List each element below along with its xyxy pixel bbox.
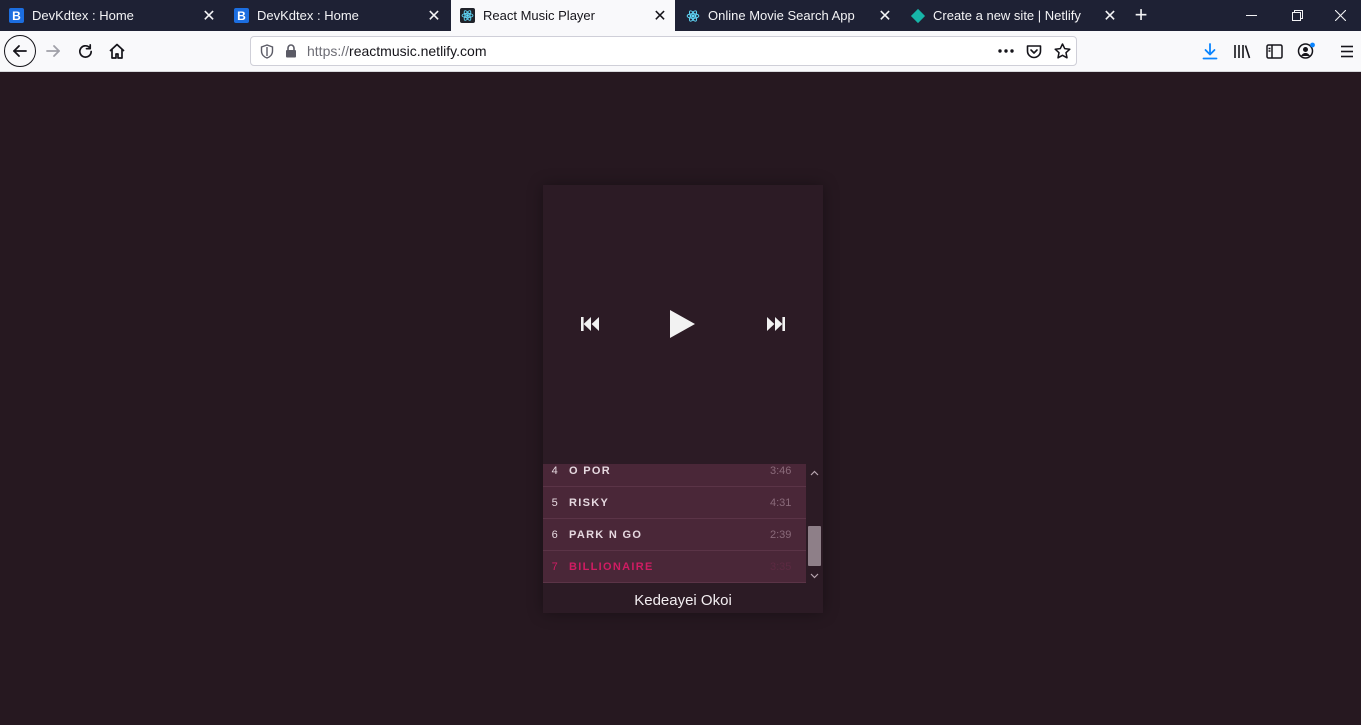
chevron-up-icon [810,470,819,475]
track-duration: 3:35 [770,560,792,573]
close-icon[interactable]: ✕ [198,5,220,27]
scroll-down-button[interactable] [806,567,823,584]
close-window-button[interactable] [1320,0,1361,31]
url-protocol: https:// [307,43,350,59]
tab-strip: B DevKdtex : Home ✕ B DevKdtex : Home ✕ … [0,0,1361,31]
forward-button[interactable] [37,35,69,67]
pocket-icon [1026,44,1042,58]
library-button[interactable] [1226,35,1258,67]
tab-title: DevKdtex : Home [257,8,359,23]
track-number: 4 [551,464,559,477]
track-number: 5 [551,496,559,509]
library-icon [1234,45,1251,59]
reload-button[interactable] [69,35,101,67]
playlist[interactable]: 4 O POR 3:46 5 RISKY 4:31 6 PARK N GO 2:… [543,464,823,584]
back-button[interactable] [4,35,36,67]
more-horizontal-icon [998,49,1014,53]
arrow-right-icon [46,45,60,57]
download-icon [1202,42,1218,59]
track-duration: 4:31 [770,496,792,509]
track-row[interactable]: 4 O POR 3:46 [543,464,806,487]
netlify-icon [910,8,925,23]
music-player: 4 O POR 3:46 5 RISKY 4:31 6 PARK N GO 2:… [543,185,823,613]
track-number: 7 [551,560,559,573]
tracking-protection-icon[interactable] [255,39,279,63]
b-icon: B [9,8,24,23]
star-icon [1053,43,1071,59]
arrow-left-icon [13,45,27,57]
page-actions-button[interactable] [992,39,1020,63]
navigation-toolbar: https://reactmusic.netlify.com [0,31,1361,72]
track-row[interactable]: 5 RISKY 4:31 [543,487,806,519]
track-title: O POR [569,464,611,477]
tab-title: React Music Player [483,8,595,23]
downloads-button[interactable] [1194,35,1226,67]
new-tab-button[interactable]: + [1128,2,1154,28]
tab-title: DevKdtex : Home [32,8,134,23]
skip-next-icon [767,317,785,331]
url-bar[interactable]: https://reactmusic.netlify.com [250,36,1077,66]
playlist-scrollbar[interactable] [806,464,823,584]
restore-icon [1291,10,1303,21]
previous-track-button[interactable] [578,312,602,336]
minimize-icon [1245,15,1257,16]
track-duration: 2:39 [770,528,792,541]
skip-previous-icon [581,317,599,331]
account-button[interactable] [1290,35,1322,67]
account-icon [1297,42,1315,59]
tab-devkdtex-home-2[interactable]: B DevKdtex : Home ✕ [225,0,449,31]
close-icon[interactable]: ✕ [423,5,445,27]
tab-title: Online Movie Search App [708,8,855,23]
current-track-row[interactable]: 7 BILLIONAIRE 3:35 [543,551,806,583]
track-row[interactable]: 6 PARK N GO 2:39 [543,519,806,551]
lock-icon[interactable] [279,39,303,63]
url-host: reactmusic.netlify.com [349,43,487,59]
react-icon [460,8,475,23]
home-button[interactable] [101,35,133,67]
track-title: BILLIONAIRE [569,560,654,573]
bookmark-star-button[interactable] [1048,39,1076,63]
sidebar-button[interactable] [1258,35,1290,67]
sidebar-icon [1265,43,1283,59]
tab-online-movie-search[interactable]: Online Movie Search App ✕ [676,0,900,31]
player-controls [543,185,823,464]
pocket-button[interactable] [1020,39,1048,63]
close-icon [1335,10,1346,21]
track-title: RISKY [569,496,610,509]
track-title: PARK N GO [569,528,643,541]
tab-title: Create a new site | Netlify [933,8,1081,23]
tab-netlify[interactable]: Create a new site | Netlify ✕ [901,0,1125,31]
close-icon[interactable]: ✕ [874,5,896,27]
scroll-up-button[interactable] [806,464,823,481]
play-button[interactable] [665,306,699,342]
scrollbar-thumb[interactable] [808,526,821,566]
close-icon[interactable]: ✕ [649,5,671,27]
restore-button[interactable] [1274,0,1320,31]
chevron-down-icon [810,573,819,578]
tab-react-music-player[interactable]: React Music Player ✕ [451,0,675,31]
minimize-button[interactable] [1228,0,1274,31]
url-text[interactable]: https://reactmusic.netlify.com [307,43,992,59]
hamburger-icon [1341,45,1353,57]
artist-name: Kedeayei Okoi [634,592,732,609]
track-number: 6 [551,528,559,541]
tab-devkdtex-home-1[interactable]: B DevKdtex : Home ✕ [0,0,224,31]
reload-icon [78,43,92,58]
react-icon [685,8,700,23]
next-track-button[interactable] [764,312,788,336]
track-duration: 3:46 [770,464,792,477]
play-icon [670,310,695,338]
home-icon [109,43,125,59]
b-icon: B [234,8,249,23]
close-icon[interactable]: ✕ [1099,5,1121,27]
menu-button[interactable] [1331,35,1361,67]
